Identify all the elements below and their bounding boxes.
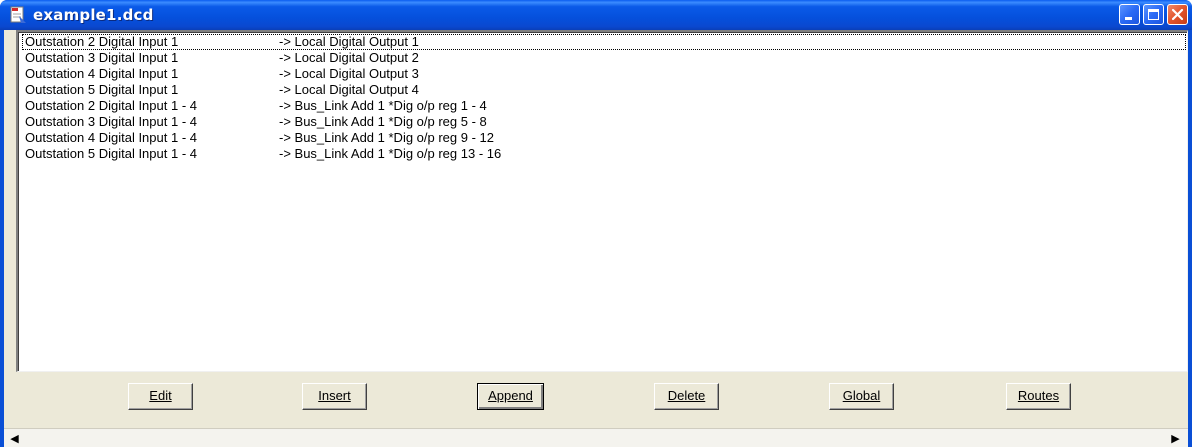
list-item-target: -> Bus_Link Add 1 *Dig o/p reg 5 - 8	[279, 114, 487, 129]
list-item[interactable]: Outstation 5 Digital Input 1 -> Local Di…	[22, 82, 1186, 98]
list-item[interactable]: Outstation 3 Digital Input 1 - 4 -> Bus_…	[22, 114, 1186, 130]
close-icon	[1171, 8, 1184, 21]
routes-button[interactable]: Routes	[1006, 383, 1071, 410]
list-item-source: Outstation 3 Digital Input 1 - 4	[25, 114, 197, 129]
list-item-source: Outstation 2 Digital Input 1	[25, 34, 179, 49]
list-item-target: -> Local Digital Output 3	[279, 66, 419, 81]
document-icon	[10, 6, 26, 23]
list-item-source: Outstation 5 Digital Input 1	[25, 82, 179, 97]
arrow-right-icon[interactable]: ▶	[1167, 430, 1184, 447]
list-item-source: Outstation 4 Digital Input 1 - 4	[25, 130, 197, 145]
list-item[interactable]: Outstation 4 Digital Input 1 -> Local Di…	[22, 66, 1186, 82]
list-item-source: Outstation 4 Digital Input 1	[25, 66, 179, 81]
close-button[interactable]	[1167, 4, 1188, 25]
window: example1.dcd Outstation 2 Digital Input …	[0, 0, 1192, 447]
insert-button[interactable]: Insert	[302, 383, 367, 410]
delete-button[interactable]: Delete	[654, 383, 719, 410]
minimize-icon	[1125, 17, 1132, 20]
list-item[interactable]: Outstation 2 Digital Input 1 - 4 -> Bus_…	[22, 98, 1186, 114]
maximize-button[interactable]	[1143, 4, 1164, 25]
list-item-target: -> Bus_Link Add 1 *Dig o/p reg 1 - 4	[279, 98, 487, 113]
window-title: example1.dcd	[33, 6, 154, 24]
arrow-left-icon[interactable]: ◀	[6, 430, 23, 447]
list-item-target: -> Local Digital Output 4	[279, 82, 419, 97]
routing-list[interactable]: Outstation 2 Digital Input 1 -> Local Di…	[16, 30, 1188, 372]
list-item[interactable]: Outstation 2 Digital Input 1 -> Local Di…	[22, 34, 1186, 50]
list-item[interactable]: Outstation 5 Digital Input 1 - 4 -> Bus_…	[22, 146, 1186, 162]
list-item-source: Outstation 2 Digital Input 1 - 4	[25, 98, 197, 113]
horizontal-scrollbar[interactable]: ◀ ▶	[4, 428, 1188, 447]
list-item-target: -> Local Digital Output 2	[279, 50, 419, 65]
global-button[interactable]: Global	[829, 383, 894, 410]
list-item-source: Outstation 5 Digital Input 1 - 4	[25, 146, 197, 161]
minimize-button[interactable]	[1119, 4, 1140, 25]
list-item-source: Outstation 3 Digital Input 1	[25, 50, 179, 65]
append-button[interactable]: Append	[477, 383, 544, 410]
maximize-icon	[1148, 9, 1159, 20]
list-item-target: -> Bus_Link Add 1 *Dig o/p reg 9 - 12	[279, 130, 494, 145]
list-item[interactable]: Outstation 4 Digital Input 1 - 4 -> Bus_…	[22, 130, 1186, 146]
title-bar[interactable]: example1.dcd	[0, 0, 1192, 30]
list-item-target: -> Local Digital Output 1	[279, 34, 419, 49]
edit-button[interactable]: Edit	[128, 383, 193, 410]
list-item-target: -> Bus_Link Add 1 *Dig o/p reg 13 - 16	[279, 146, 502, 161]
list-item[interactable]: Outstation 3 Digital Input 1 -> Local Di…	[22, 50, 1186, 66]
